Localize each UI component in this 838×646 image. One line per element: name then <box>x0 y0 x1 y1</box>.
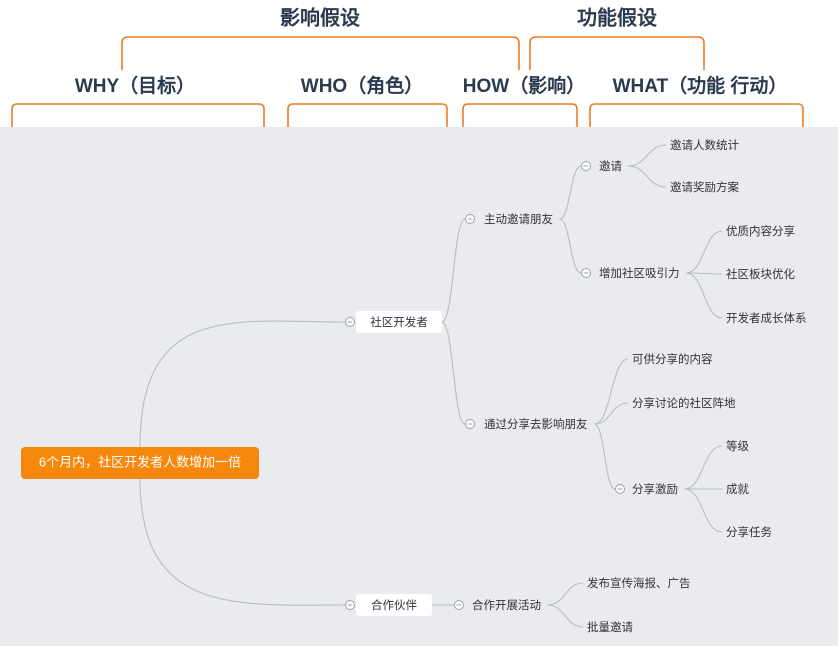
impact-map: 影响假设 功能假设 WHY（目标） WHO（角色） HOW（影响） WHAT（功能 行动）… <box>11 5 807 634</box>
action-node[interactable]: 发布宣传海报、广告 <box>587 576 691 590</box>
link-impact-to-action <box>547 582 584 606</box>
leaf-node[interactable]: 邀请人数统计 <box>670 138 739 152</box>
header-labels: 影响假设 功能假设 WHY（目标） WHO（角色） HOW（影响） WHAT（功能 行动） <box>75 5 788 97</box>
what-column-title: WHAT（功能 行动） <box>613 74 788 97</box>
collapse-icon[interactable] <box>615 484 625 494</box>
link-impact-to-action <box>547 604 584 628</box>
action-node[interactable]: 分享讨论的社区阵地 <box>632 396 736 410</box>
feature-assumption-bracket <box>529 36 705 70</box>
action-node[interactable]: 增加社区吸引力 <box>599 266 680 280</box>
link-action-to-leaf <box>628 165 667 188</box>
link-action-to-leaf <box>684 445 723 490</box>
leaf-node[interactable]: 成就 <box>726 482 749 496</box>
link-impact-to-action <box>594 402 629 425</box>
link-impact-to-action <box>559 165 582 220</box>
collapse-icon[interactable] <box>345 600 355 610</box>
collapse-icon[interactable] <box>465 419 475 429</box>
how-column-bracket <box>462 103 578 127</box>
role-node[interactable]: 合作伙伴 <box>356 594 432 616</box>
impact-node[interactable]: 通过分享去影响朋友 <box>484 417 588 431</box>
link-action-to-leaf <box>686 230 723 274</box>
impact-assumption-bracket <box>121 36 520 70</box>
feature-assumption-title: 功能假设 <box>577 5 657 29</box>
action-node[interactable]: 邀请 <box>599 159 622 173</box>
why-column-bracket <box>11 103 265 127</box>
link-root-to-role <box>139 478 346 606</box>
mindmap-nodes: 6个月内，社区开发者人数增加一倍 社区开发者 主动邀请朋友 邀请 邀请人数统计邀请奖励方… <box>21 138 807 634</box>
collapse-icon[interactable] <box>465 214 475 224</box>
collapse-icon[interactable] <box>581 161 591 171</box>
action-node[interactable]: 批量邀请 <box>587 620 633 634</box>
link-action-to-leaf <box>686 272 723 275</box>
collapse-icon[interactable] <box>454 600 464 610</box>
link-root-to-role <box>139 320 346 448</box>
link-role-to-impact <box>441 218 466 323</box>
leaf-node[interactable]: 社区板块优化 <box>726 267 795 281</box>
link-impact-to-action <box>559 218 582 274</box>
impact-node[interactable]: 主动邀请朋友 <box>484 212 553 226</box>
link-impact-to-action <box>594 423 616 490</box>
impact-assumption-title: 影响假设 <box>280 5 360 29</box>
leaf-node[interactable]: 等级 <box>726 439 749 453</box>
what-column-bracket <box>589 103 804 127</box>
role-label: 合作伙伴 <box>371 598 417 612</box>
role-node[interactable]: 社区开发者 <box>356 311 442 333</box>
role-label: 社区开发者 <box>370 315 428 329</box>
leaf-node[interactable]: 分享任务 <box>726 525 772 539</box>
action-node[interactable]: 分享激励 <box>632 482 678 496</box>
leaf-node[interactable]: 开发者成长体系 <box>726 311 807 325</box>
how-column-title: HOW（影响） <box>463 74 585 97</box>
link-action-to-leaf <box>686 272 723 319</box>
impact-node[interactable]: 合作开展活动 <box>472 598 541 612</box>
mindmap-links <box>139 144 723 628</box>
collapse-icon[interactable] <box>345 317 355 327</box>
why-column-title: WHY（目标） <box>75 74 195 97</box>
root-goal-node[interactable]: 6个月内，社区开发者人数增加一倍 <box>21 447 259 479</box>
leaf-node[interactable]: 优质内容分享 <box>726 224 795 238</box>
who-column-title: WHO（角色） <box>301 74 423 97</box>
link-action-to-leaf <box>628 144 667 167</box>
leaf-node[interactable]: 邀请奖励方案 <box>670 180 739 194</box>
root-goal-label: 6个月内，社区开发者人数增加一倍 <box>39 454 241 469</box>
link-role-to-impact <box>441 321 466 425</box>
link-action-to-leaf <box>684 488 723 533</box>
collapse-icon[interactable] <box>581 268 591 278</box>
who-column-bracket <box>287 103 448 127</box>
action-node[interactable]: 可供分享的内容 <box>632 352 713 366</box>
